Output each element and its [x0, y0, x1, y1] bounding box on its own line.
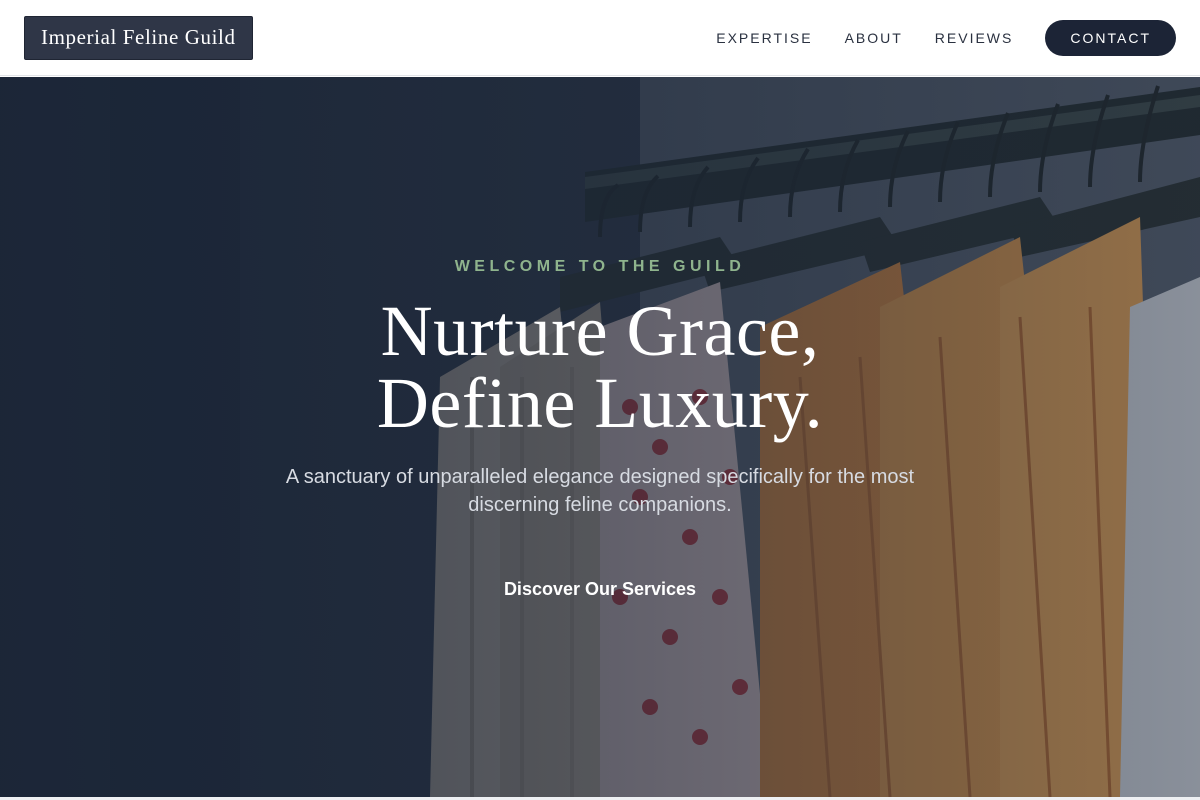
hero-headline: Nurture Grace, Define Luxury. [0, 295, 1200, 439]
site-header: Imperial Feline Guild EXPERTISE ABOUT RE… [0, 0, 1200, 76]
nav-link-expertise[interactable]: EXPERTISE [716, 30, 812, 46]
nav-link-reviews[interactable]: REVIEWS [935, 30, 1014, 46]
hero-content: WELCOME TO THE GUILD Nurture Grace, Defi… [0, 77, 1200, 797]
site-logo[interactable]: Imperial Feline Guild [24, 15, 253, 60]
hero-subtext: A sanctuary of unparalleled elegance des… [285, 466, 915, 516]
hero-eyebrow: WELCOME TO THE GUILD [454, 258, 746, 275]
hero-section: WELCOME TO THE GUILD Nurture Grace, Defi… [0, 77, 1200, 797]
main-nav: EXPERTISE ABOUT REVIEWS CONTACT [716, 19, 1176, 56]
contact-button[interactable]: CONTACT [1045, 19, 1176, 56]
headline-line-2: Define Luxury. [376, 363, 824, 443]
discover-services-button[interactable]: Discover Our Services [480, 575, 720, 603]
nav-link-about[interactable]: ABOUT [845, 30, 903, 46]
headline-line-1: Nurture Grace, [380, 291, 820, 371]
